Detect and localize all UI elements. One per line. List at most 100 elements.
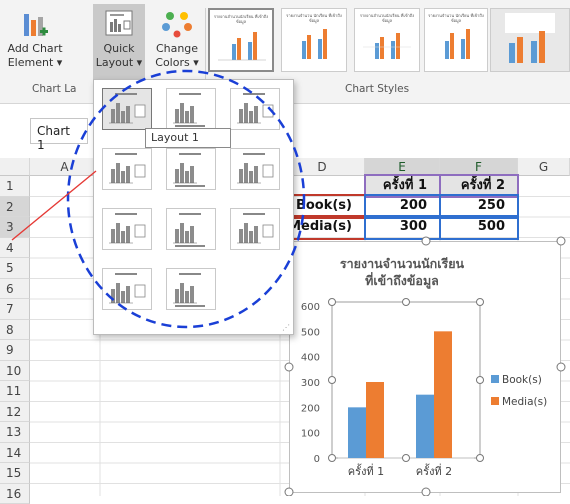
bar-medias-1 — [366, 382, 384, 458]
column-header-f[interactable]: F — [440, 158, 518, 176]
x-category-label: ครั้งที่ 2 — [416, 463, 452, 478]
chart-style-3-preview — [355, 23, 417, 63]
row-header-4[interactable]: 4 — [0, 238, 30, 259]
add-chart-element-icon — [18, 8, 52, 38]
plot-area-handle — [329, 377, 336, 384]
add-chart-element-label-1: Add Chart — [2, 42, 68, 56]
add-chart-element-button[interactable]: Add Chart Element ▾ — [2, 6, 68, 70]
row-header-10[interactable]: 10 — [0, 361, 30, 382]
row-header-3[interactable]: 3 — [0, 217, 30, 238]
row-header-7[interactable]: 7 — [0, 299, 30, 320]
quick-layout-preview-icon — [103, 269, 151, 309]
row-header-8[interactable]: 8 — [0, 320, 30, 341]
quick-layout-gallery: ⋰ — [93, 79, 294, 335]
quick-layout-option-7[interactable] — [102, 208, 152, 250]
chart-style-2-preview — [282, 23, 344, 63]
chart-style-4[interactable]: รายงานจำนวน นักเรียน ที่เข้าถึงข้อมูล — [424, 8, 488, 72]
chart-style-1-preview — [210, 24, 272, 64]
quick-layout-option-1[interactable] — [102, 88, 152, 130]
change-colors-label-2: Colors ▾ — [150, 56, 204, 70]
quick-layout-preview-icon — [167, 269, 215, 309]
row-header-15[interactable]: 15 — [0, 463, 30, 484]
quick-layout-option-6[interactable] — [230, 148, 280, 190]
change-colors-button[interactable]: Change Colors ▾ — [150, 6, 204, 70]
quick-layout-preview-icon — [103, 89, 151, 129]
quick-layout-option-4[interactable] — [102, 148, 152, 190]
legend-swatch — [491, 375, 499, 383]
row-header-6[interactable]: 6 — [0, 279, 30, 300]
quick-layout-preview-icon — [231, 89, 279, 129]
row-header-16[interactable]: 16 — [0, 484, 30, 504]
chart-style-3-title: รายงานจำนวนนักเรียน ที่เข้าถึงข้อมูล — [355, 13, 419, 23]
row-header-14[interactable]: 14 — [0, 443, 30, 464]
column-header-g[interactable]: G — [518, 158, 570, 176]
chart-styles-group-label: Chart Styles — [345, 83, 409, 95]
row-header-11[interactable]: 11 — [0, 381, 30, 402]
bar-medias-2 — [434, 331, 452, 458]
quick-layout-preview-icon — [167, 209, 215, 249]
chart-style-2-title: รายงานจำนวน นักเรียน ที่เข้าถึงข้อมูล — [282, 13, 346, 23]
plot-area-handle — [477, 377, 484, 384]
chart-layouts-group-label: Chart La — [32, 83, 76, 95]
chart-style-4-preview — [425, 23, 487, 63]
cell-e1[interactable]: ครั้งที่ 1 — [366, 176, 439, 196]
chart-style-1[interactable]: รายงานจำนวนนักเรียน ที่เข้าถึงข้อมูล — [208, 8, 274, 72]
layout-tooltip: Layout 1 — [145, 128, 231, 148]
bar-books-2 — [416, 395, 434, 458]
quick-layout-button[interactable]: Quick Layout ▾ — [93, 4, 145, 82]
y-tick-label: 600 — [301, 302, 320, 313]
quick-layout-icon — [102, 8, 136, 38]
column-header-e[interactable]: E — [365, 158, 440, 176]
name-box[interactable]: Chart 1 — [30, 118, 88, 144]
x-category-label: ครั้งที่ 1 — [348, 463, 384, 478]
quick-layout-preview-icon — [231, 149, 279, 189]
quick-layout-option-3[interactable] — [230, 88, 280, 130]
plot-area-handle — [403, 455, 410, 462]
row-header-13[interactable]: 13 — [0, 422, 30, 443]
plot-area-handle — [329, 455, 336, 462]
legend-label: Book(s) — [502, 374, 542, 386]
quick-layout-option-10[interactable] — [102, 268, 152, 310]
legend-label: Media(s) — [502, 396, 547, 408]
legend-swatch — [491, 397, 499, 405]
chart-title-line: รายงานจำนวนนักเรียน — [340, 256, 465, 271]
y-tick-label: 200 — [301, 403, 320, 414]
cell-e2[interactable]: 200 — [366, 196, 439, 217]
quick-layout-option-5[interactable] — [166, 148, 216, 190]
embedded-chart[interactable]: รายงานจำนวนนักเรียนที่เข้าถึงข้อมูล01002… — [289, 241, 561, 493]
chart-style-3[interactable]: รายงานจำนวนนักเรียน ที่เข้าถึงข้อมูล — [354, 8, 420, 72]
quick-layout-preview-icon — [167, 149, 215, 189]
change-colors-label-1: Change — [150, 42, 204, 56]
cell-f1[interactable]: ครั้งที่ 2 — [441, 176, 517, 196]
row-header-12[interactable]: 12 — [0, 402, 30, 423]
row-header-5[interactable]: 5 — [0, 258, 30, 279]
y-tick-label: 100 — [301, 429, 320, 440]
row-header-2[interactable]: 2 — [0, 197, 30, 218]
chart-style-2[interactable]: รายงานจำนวน นักเรียน ที่เข้าถึงข้อมูล — [281, 8, 347, 72]
column-header-a[interactable]: A — [30, 158, 100, 176]
quick-layout-label-2: Layout ▾ — [93, 56, 145, 70]
quick-layout-option-9[interactable] — [230, 208, 280, 250]
chart-style-5-preview — [491, 9, 569, 69]
row-header-9[interactable]: 9 — [0, 340, 30, 361]
select-all-corner[interactable] — [0, 158, 30, 176]
quick-layout-option-2[interactable] — [166, 88, 216, 130]
chart-svg: รายงานจำนวนนักเรียนที่เข้าถึงข้อมูล01002… — [290, 242, 562, 494]
quick-layout-label-1: Quick — [93, 42, 145, 56]
bar-books-1 — [348, 407, 366, 458]
quick-layout-option-8[interactable] — [166, 208, 216, 250]
plot-area-handle — [329, 299, 336, 306]
change-colors-icon — [160, 8, 194, 38]
gallery-resize-grip[interactable]: ⋰ — [282, 323, 290, 332]
row-header-1[interactable]: 1 — [0, 176, 30, 197]
quick-layout-preview-icon — [231, 209, 279, 249]
chart-title-line: ที่เข้าถึงข้อมูล — [365, 272, 439, 289]
chart-style-5[interactable] — [490, 8, 570, 72]
cell-f2[interactable]: 250 — [441, 196, 517, 217]
quick-layout-preview-icon — [103, 149, 151, 189]
cell-e3[interactable]: 300 — [366, 217, 439, 238]
quick-layout-option-11[interactable] — [166, 268, 216, 310]
plot-area-handle — [477, 455, 484, 462]
quick-layout-preview-icon — [103, 209, 151, 249]
cell-f3[interactable]: 500 — [441, 217, 517, 238]
